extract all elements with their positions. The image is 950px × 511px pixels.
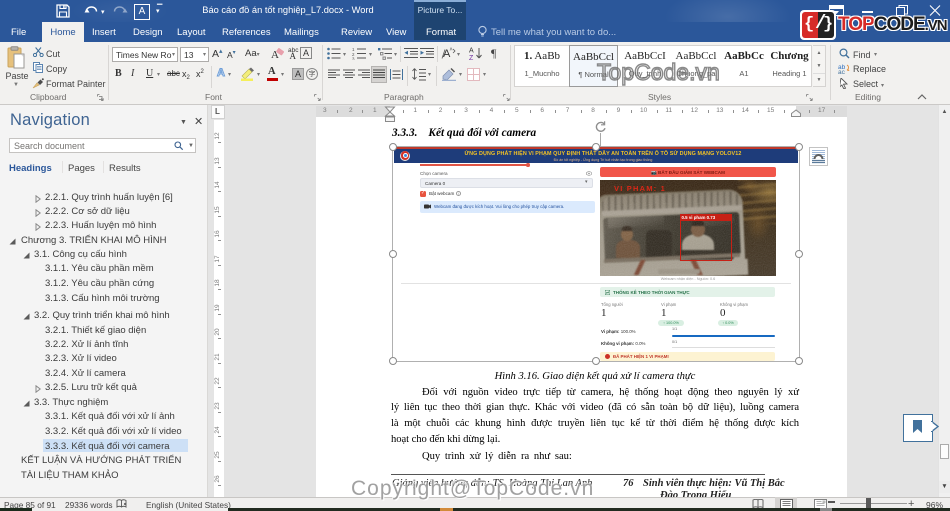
- svg-text:ac: ac: [838, 69, 846, 74]
- svg-text:Z: Z: [469, 55, 474, 61]
- svg-text:A: A: [443, 48, 451, 60]
- svg-text:A: A: [290, 51, 297, 60]
- svg-text:3: 3: [352, 57, 355, 61]
- svg-text:A: A: [469, 48, 474, 55]
